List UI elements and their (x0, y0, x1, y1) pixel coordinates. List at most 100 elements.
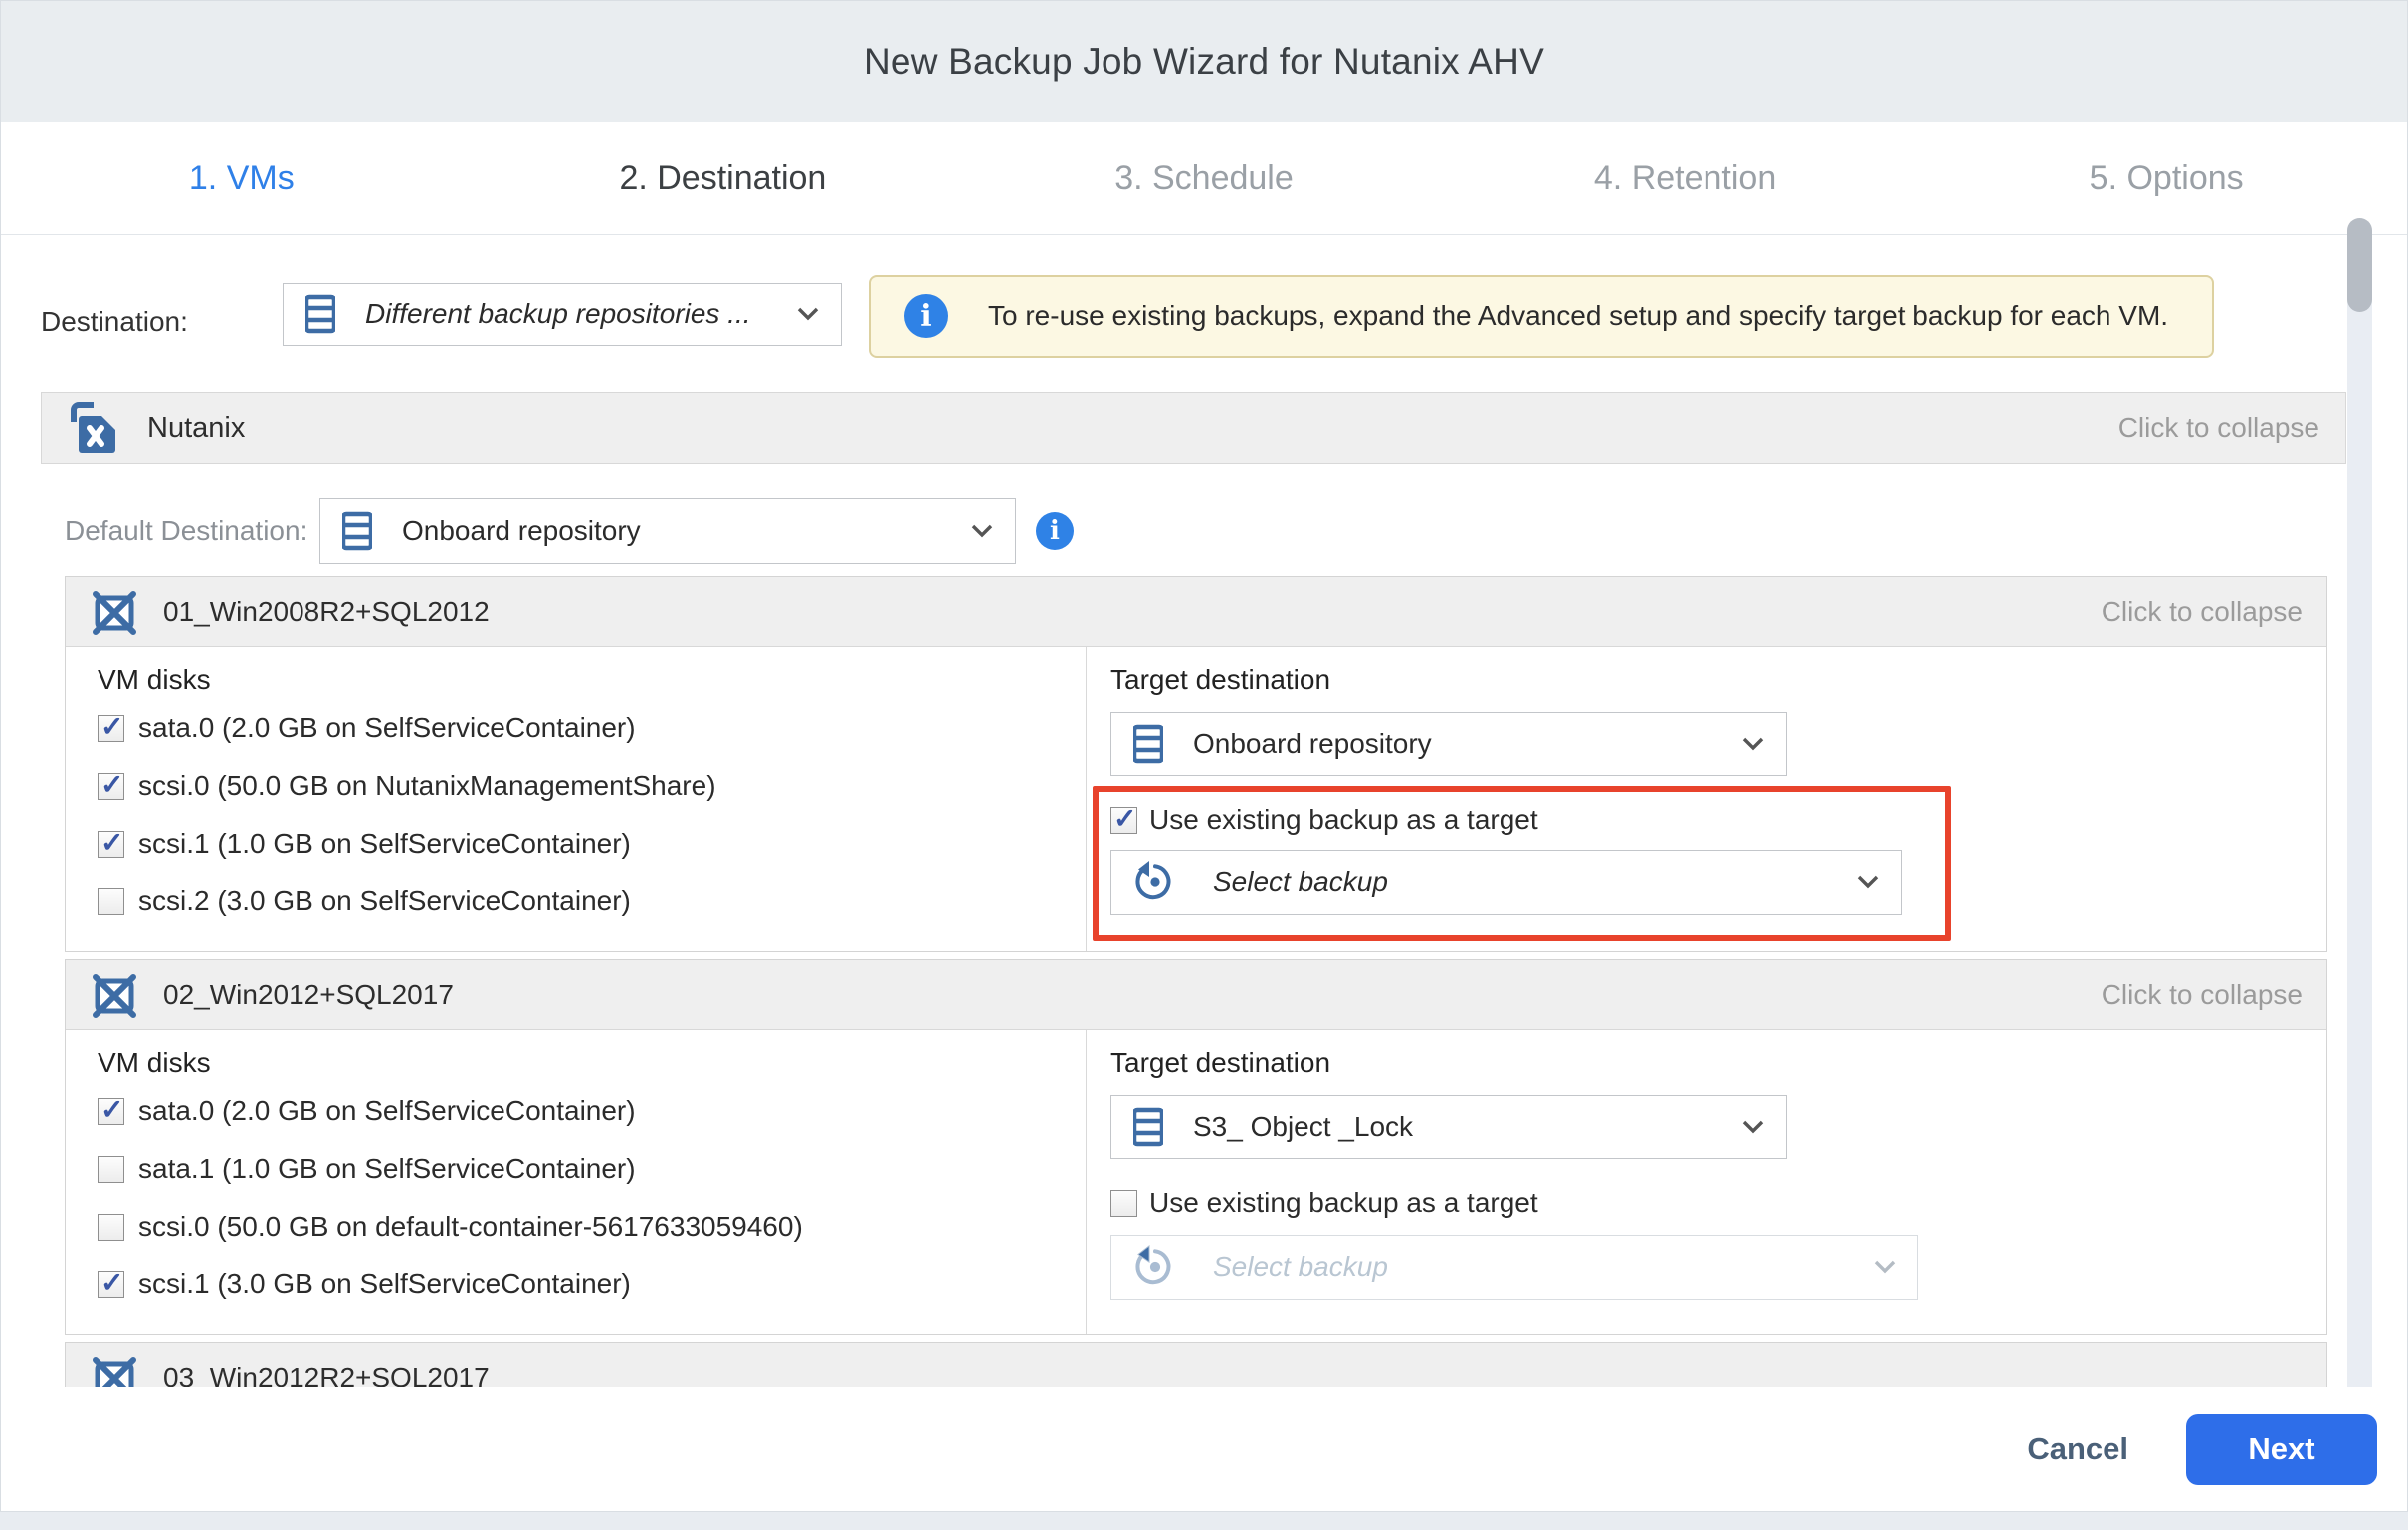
disk-checkbox[interactable] (98, 1156, 124, 1183)
target-destination-dropdown[interactable]: Onboard repository (1110, 712, 1787, 776)
use-existing-backup-checkbox[interactable] (1110, 1190, 1137, 1217)
disk-label: sata.0 (2.0 GB on SelfServiceContainer) (138, 1095, 636, 1127)
repository-icon (1133, 1107, 1163, 1147)
use-existing-backup-label: Use existing backup as a target (1149, 804, 1538, 836)
vm-icon (90, 587, 139, 637)
cancel-button[interactable]: Cancel (2027, 1432, 2128, 1467)
target-destination-value: Onboard repository (1193, 728, 1432, 760)
select-backup-value: Select backup (1213, 866, 1388, 898)
info-banner: i To re-use existing backups, expand the… (869, 275, 2214, 358)
info-banner-text: To re-use existing backups, expand the A… (988, 300, 2168, 332)
vm-disks-column: VM disks sata.0 (2.0 GB on SelfServiceCo… (66, 647, 1087, 951)
repository-icon (1133, 724, 1163, 764)
chevron-down-icon (971, 524, 993, 538)
vm-icon (90, 970, 139, 1020)
select-backup-value: Select backup (1213, 1251, 1388, 1283)
next-button[interactable]: Next (2186, 1414, 2377, 1485)
chevron-down-icon (1742, 737, 1764, 751)
disk-checkbox[interactable] (98, 715, 124, 742)
page-title: New Backup Job Wizard for Nutanix AHV (864, 41, 1544, 83)
vm-section-01: 01_Win2008R2+SQL2012 Click to collapse V… (65, 576, 2327, 952)
target-destination-dropdown[interactable]: S3_ Object _Lock (1110, 1095, 1787, 1159)
tab-vms[interactable]: 1. VMs (1, 122, 483, 234)
disk-label: sata.0 (2.0 GB on SelfServiceContainer) (138, 712, 636, 744)
target-destination-column: Target destination Onboard repository (1087, 647, 2326, 951)
destination-step-content: Destination: Different backup repositori… (1, 236, 2407, 1389)
disk-row[interactable]: sata.0 (2.0 GB on SelfServiceContainer) (98, 1095, 1086, 1127)
default-destination-dropdown[interactable]: Onboard repository (319, 498, 1016, 564)
disk-checkbox[interactable] (98, 1098, 124, 1125)
vm-icon (90, 1353, 139, 1390)
vertical-scrollbar-track[interactable] (2347, 218, 2372, 1424)
tab-retention: 4. Retention (1445, 122, 1926, 234)
chevron-down-icon (797, 307, 819, 321)
target-destination-title: Target destination (1110, 665, 2326, 696)
chevron-down-icon (1857, 875, 1879, 889)
disk-row[interactable]: sata.1 (1.0 GB on SelfServiceContainer) (98, 1153, 1086, 1185)
use-existing-backup-row[interactable]: Use existing backup as a target (1110, 804, 1902, 836)
disk-checkbox[interactable] (98, 1271, 124, 1298)
disk-label: scsi.1 (3.0 GB on SelfServiceContainer) (138, 1268, 631, 1300)
use-existing-backup-highlight: Use existing backup as a target Select (1093, 786, 1951, 941)
target-destination-title: Target destination (1110, 1048, 2326, 1079)
tab-schedule: 3. Schedule (963, 122, 1445, 234)
default-destination-value: Onboard repository (402, 515, 641, 547)
use-existing-backup-group: Use existing backup as a target Select (1110, 1187, 2326, 1300)
disk-row[interactable]: scsi.2 (3.0 GB on SelfServiceContainer) (98, 885, 1086, 917)
disk-row[interactable]: scsi.1 (3.0 GB on SelfServiceContainer) (98, 1268, 1086, 1300)
target-destination-value: S3_ Object _Lock (1193, 1111, 1413, 1143)
use-existing-backup-label: Use existing backup as a target (1149, 1187, 1538, 1219)
restore-point-icon (1133, 1245, 1177, 1289)
disk-row[interactable]: sata.0 (2.0 GB on SelfServiceContainer) (98, 712, 1086, 744)
chevron-down-icon (1874, 1260, 1896, 1274)
nutanix-cluster-icon (68, 400, 121, 456)
chevron-down-icon (1742, 1120, 1764, 1134)
disk-checkbox[interactable] (98, 773, 124, 800)
wizard-dialog: New Backup Job Wizard for Nutanix AHV 1.… (0, 0, 2408, 1512)
vertical-scrollbar-thumb[interactable] (2347, 218, 2372, 312)
disk-row[interactable]: scsi.1 (1.0 GB on SelfServiceContainer) (98, 828, 1086, 860)
vm-section-02: 02_Win2012+SQL2017 Click to collapse VM … (65, 959, 2327, 1335)
disk-row[interactable]: scsi.0 (50.0 GB on NutanixManagementShar… (98, 770, 1086, 802)
disk-checkbox[interactable] (98, 1214, 124, 1241)
wizard-steps: 1. VMs 2. Destination 3. Schedule 4. Ret… (1, 122, 2407, 235)
wizard-footer: Cancel Next (1, 1387, 2407, 1511)
vm-section-header[interactable]: 02_Win2012+SQL2017 Click to collapse (66, 960, 2326, 1030)
vm-disks-column: VM disks sata.0 (2.0 GB on SelfServiceCo… (66, 1030, 1087, 1334)
disk-label: scsi.0 (50.0 GB on NutanixManagementShar… (138, 770, 716, 802)
destination-dropdown[interactable]: Different backup repositories ... (283, 283, 842, 346)
vm-section-03-partial: 03_Win2012R2+SQL2017 (65, 1342, 2327, 1389)
select-backup-dropdown[interactable]: Select backup (1110, 850, 1902, 915)
disk-label: sata.1 (1.0 GB on SelfServiceContainer) (138, 1153, 636, 1185)
use-existing-backup-row[interactable]: Use existing backup as a target (1110, 1187, 2326, 1219)
destination-dropdown-value: Different backup repositories ... (365, 298, 751, 330)
restore-point-icon (1133, 861, 1177, 904)
use-existing-backup-checkbox[interactable] (1110, 807, 1137, 834)
cluster-section-header[interactable]: Nutanix Click to collapse (41, 392, 2346, 464)
vm-name: 02_Win2012+SQL2017 (163, 979, 454, 1011)
select-backup-dropdown: Select backup (1110, 1235, 1918, 1300)
default-destination-label: Default Destination: (65, 498, 307, 564)
disk-label: scsi.1 (1.0 GB on SelfServiceContainer) (138, 828, 631, 860)
vm-disks-title: VM disks (98, 665, 1086, 696)
disk-row[interactable]: scsi.0 (50.0 GB on default-container-561… (98, 1211, 1086, 1243)
target-destination-column: Target destination S3_ Object _Lock (1087, 1030, 2326, 1334)
cluster-name: Nutanix (147, 412, 245, 445)
wizard-header: New Backup Job Wizard for Nutanix AHV (1, 1, 2407, 122)
info-icon: i (904, 294, 948, 338)
default-destination-info-icon[interactable]: i (1036, 512, 1074, 550)
repository-icon (342, 511, 372, 551)
vm-collapse-hint: Click to collapse (2102, 979, 2303, 1011)
disk-checkbox[interactable] (98, 888, 124, 915)
tab-destination[interactable]: 2. Destination (483, 122, 964, 234)
destination-label: Destination: (41, 291, 188, 353)
disk-label: scsi.0 (50.0 GB on default-container-561… (138, 1211, 803, 1243)
vm-collapse-hint: Click to collapse (2102, 596, 2303, 628)
vm-section-header[interactable]: 01_Win2008R2+SQL2012 Click to collapse (66, 577, 2326, 647)
vm-name: 03_Win2012R2+SQL2017 (163, 1362, 490, 1390)
vm-section-header[interactable]: 03_Win2012R2+SQL2017 (66, 1343, 2326, 1389)
vm-disks-title: VM disks (98, 1048, 1086, 1079)
tab-options: 5. Options (1925, 122, 2407, 234)
disk-checkbox[interactable] (98, 831, 124, 858)
repository-icon (305, 294, 335, 334)
